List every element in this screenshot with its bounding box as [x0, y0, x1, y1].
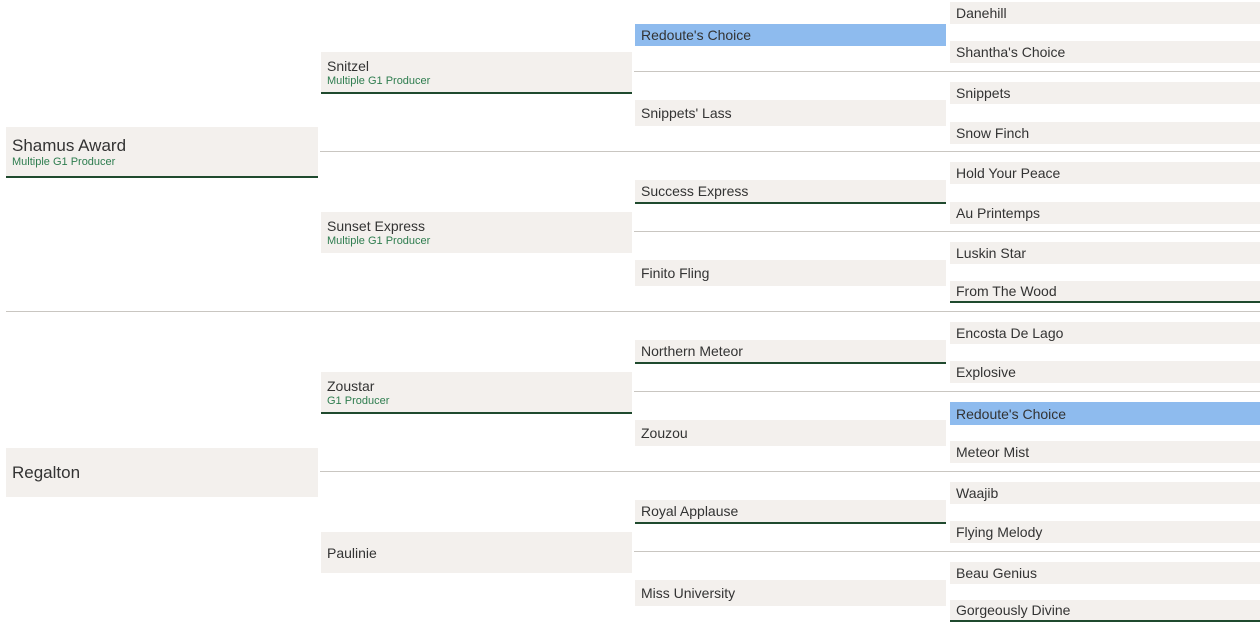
horse-name: Redoute's Choice	[956, 405, 1067, 422]
pedigree-chart: Shamus Award Multiple G1 Producer Regalt…	[0, 0, 1260, 622]
pedigree-g4-8[interactable]: From The Wood	[950, 281, 1260, 303]
horse-name: Redoute's Choice	[641, 27, 752, 43]
horse-name: Meteor Mist	[956, 444, 1030, 460]
pedigree-g4-11[interactable]: Redoute's Choice	[950, 402, 1260, 425]
pedigree-g4-14[interactable]: Flying Melody	[950, 521, 1260, 543]
horse-name: Explosive	[956, 364, 1016, 380]
pedigree-g4-10[interactable]: Explosive	[950, 361, 1260, 383]
horse-name: Luskin Star	[956, 245, 1027, 261]
pedigree-g4-4[interactable]: Snow Finch	[950, 122, 1260, 144]
pedigree-sire[interactable]: Shamus Award Multiple G1 Producer	[6, 127, 318, 178]
divider-gen2-bottom	[320, 471, 1260, 472]
divider-gen3-3	[634, 391, 1260, 392]
pedigree-g4-16[interactable]: Gorgeously Divine	[950, 600, 1260, 622]
pedigree-sire-sire-sire[interactable]: Redoute's Choice	[635, 24, 946, 46]
pedigree-dam-dam-sire[interactable]: Royal Applause	[635, 500, 946, 524]
horse-name: Gorgeously Divine	[956, 602, 1071, 618]
pedigree-g4-9[interactable]: Encosta De Lago	[950, 322, 1260, 344]
divider-gen3-1	[634, 71, 1260, 72]
pedigree-sire-sire-dam[interactable]: Snippets' Lass	[635, 100, 946, 126]
horse-name: Flying Melody	[956, 524, 1043, 540]
pedigree-sire-dam[interactable]: Sunset Express Multiple G1 Producer	[321, 212, 632, 253]
horse-name: Regalton	[12, 463, 81, 482]
pedigree-g4-1[interactable]: Danehill	[950, 2, 1260, 24]
pedigree-dam-sire-dam[interactable]: Zouzou	[635, 420, 946, 446]
horse-name: Northern Meteor	[641, 343, 743, 359]
pedigree-dam-sire-sire[interactable]: Northern Meteor	[635, 340, 946, 364]
pedigree-sire-sire[interactable]: Snitzel Multiple G1 Producer	[321, 52, 632, 94]
divider-gen3-4	[634, 551, 1260, 552]
pedigree-g4-12[interactable]: Meteor Mist	[950, 441, 1260, 463]
horse-name: Danehill	[956, 5, 1007, 21]
pedigree-g4-13[interactable]: Waajib	[950, 482, 1260, 504]
horse-name: Snitzel	[327, 57, 370, 74]
horse-name: Royal Applause	[641, 503, 739, 519]
divider-gen3-2	[634, 231, 1260, 232]
pedigree-dam-dam-dam[interactable]: Miss University	[635, 580, 946, 606]
pedigree-dam[interactable]: Regalton	[6, 448, 318, 497]
pedigree-g4-3[interactable]: Snippets	[950, 82, 1260, 104]
horse-name: Beau Genius	[956, 565, 1037, 581]
pedigree-g4-6[interactable]: Au Printemps	[950, 202, 1260, 224]
horse-name: Au Printemps	[956, 205, 1041, 221]
horse-name: Paulinie	[327, 544, 377, 561]
horse-name: Hold Your Peace	[956, 165, 1061, 181]
pedigree-g4-2[interactable]: Shantha's Choice	[950, 41, 1260, 63]
horse-name: Zoustar	[327, 377, 375, 394]
horse-name: Snippets' Lass	[641, 105, 732, 121]
pedigree-g4-7[interactable]: Luskin Star	[950, 242, 1260, 264]
horse-name: From The Wood	[956, 283, 1057, 299]
pedigree-dam-sire[interactable]: Zoustar G1 Producer	[321, 372, 632, 414]
horse-name: Shamus Award	[12, 135, 127, 155]
horse-name: Sunset Express	[327, 218, 426, 234]
horse-name: Success Express	[641, 183, 749, 199]
horse-name: Encosta De Lago	[956, 325, 1064, 341]
producer-badge: Multiple G1 Producer	[12, 155, 116, 168]
pedigree-sire-dam-dam[interactable]: Finito Fling	[635, 260, 946, 286]
horse-name: Miss University	[641, 585, 736, 601]
horse-name: Snippets	[956, 85, 1011, 101]
pedigree-g4-5[interactable]: Hold Your Peace	[950, 162, 1260, 184]
pedigree-dam-dam[interactable]: Paulinie	[321, 532, 632, 573]
horse-name: Waajib	[956, 485, 999, 501]
horse-name: Zouzou	[641, 425, 688, 441]
producer-badge: Multiple G1 Producer	[327, 74, 431, 87]
horse-name: Snow Finch	[956, 125, 1030, 141]
horse-name: Finito Fling	[641, 265, 710, 281]
pedigree-sire-dam-sire[interactable]: Success Express	[635, 180, 946, 204]
producer-badge: G1 Producer	[327, 394, 390, 407]
divider-gen2-top	[320, 151, 1260, 152]
divider-gen1	[6, 311, 1260, 312]
horse-name: Shantha's Choice	[956, 44, 1066, 60]
producer-badge: Multiple G1 Producer	[327, 235, 431, 247]
pedigree-g4-15[interactable]: Beau Genius	[950, 562, 1260, 584]
